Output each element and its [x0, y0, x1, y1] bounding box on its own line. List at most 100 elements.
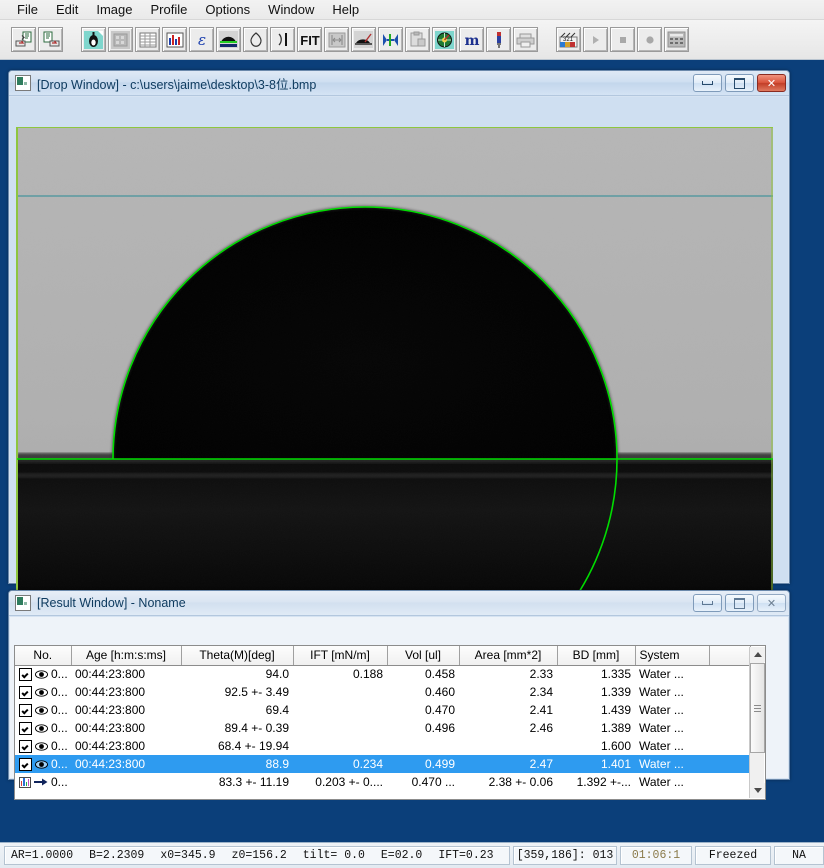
copy-button[interactable]	[405, 27, 430, 52]
drop-fill-button[interactable]	[351, 27, 376, 52]
row-age-cell[interactable]: 00:44:23:800	[71, 737, 181, 755]
menu-item-file[interactable]: File	[8, 1, 47, 18]
row-vol-cell[interactable]: 0.496	[387, 719, 459, 737]
bar-chart-button[interactable]	[162, 27, 187, 52]
row-ift-cell[interactable]	[293, 719, 387, 737]
row-no-cell[interactable]: 0...	[15, 665, 71, 683]
row-ift-cell[interactable]	[293, 683, 387, 701]
column-header-blank[interactable]	[709, 646, 751, 666]
m-units-button[interactable]: m	[459, 27, 484, 52]
drop-window-titlebar[interactable]: [Drop Window] - c:\users\jaime\desktop\3…	[9, 71, 789, 96]
column-header-age-h-m-s-ms[interactable]: Age [h:m:s:ms]	[71, 646, 182, 666]
row-no-cell[interactable]: 0...	[15, 773, 71, 791]
table-row[interactable]: 0... 00:44:23:800 88.9 0.234 0.499 2.47 1.401 W…	[15, 755, 750, 773]
open-image-button[interactable]	[11, 27, 36, 52]
profile-edge-button[interactable]	[270, 27, 295, 52]
row-age-cell[interactable]: 00:44:23:800	[71, 701, 181, 719]
menu-item-help[interactable]: Help	[323, 1, 368, 18]
table-row[interactable]: 0... 00:44:23:800 92.5 +- 3.49 0.460 2.34 1.3…	[15, 683, 750, 701]
record-button[interactable]	[637, 27, 662, 52]
row-area-cell[interactable]	[459, 737, 557, 755]
row-no-cell[interactable]: 0...	[15, 701, 71, 719]
column-header-area-mm-2[interactable]: Area [mm*2]	[459, 646, 558, 666]
table-row[interactable]: 0... 83.3 +- 11.19 0.203 +- 0.... 0.470 ...…	[15, 773, 750, 791]
row-checkbox[interactable]	[19, 667, 32, 681]
row-system-cell[interactable]: Water ...	[635, 755, 709, 773]
play-button[interactable]	[583, 27, 608, 52]
keypad-button[interactable]	[664, 27, 689, 52]
row-system-cell[interactable]: Water ...	[635, 701, 709, 719]
menu-item-options[interactable]: Options	[196, 1, 259, 18]
row-ift-cell[interactable]: 0.234	[293, 755, 387, 773]
pendant-drop-button[interactable]	[243, 27, 268, 52]
table-row[interactable]: 0... 00:44:23:800 94.0 0.188 0.458 2.33 1.335 W…	[15, 665, 750, 683]
row-vol-cell[interactable]: 0.470 ...	[387, 773, 459, 791]
row-system-cell[interactable]: Water ...	[635, 665, 709, 683]
printer-button[interactable]	[513, 27, 538, 52]
drop-shape-button[interactable]	[81, 27, 106, 52]
row-checkbox[interactable]	[19, 685, 32, 699]
row-system-cell[interactable]: Water ...	[635, 683, 709, 701]
row-age-cell[interactable]	[71, 773, 181, 791]
column-header-bd-mm[interactable]: BD [mm]	[557, 646, 636, 666]
row-ift-cell[interactable]	[293, 701, 387, 719]
table-row[interactable]: 0... 00:44:23:800 89.4 +- 0.39 0.496 2.46 1.3…	[15, 719, 750, 737]
row-bd-cell[interactable]: 1.335	[557, 665, 635, 683]
row-area-cell[interactable]: 2.41	[459, 701, 557, 719]
row-age-cell[interactable]: 00:44:23:800	[71, 719, 181, 737]
row-area-cell[interactable]: 2.34	[459, 683, 557, 701]
drop-window-close-button[interactable]: ✕	[757, 74, 786, 92]
row-no-cell[interactable]: 0...	[15, 683, 71, 701]
row-system-cell[interactable]: Water ...	[635, 737, 709, 755]
menu-item-edit[interactable]: Edit	[47, 1, 87, 18]
drop-image[interactable]	[17, 128, 773, 606]
row-age-cell[interactable]: 00:44:23:800	[71, 665, 181, 683]
baseline-button[interactable]	[378, 27, 403, 52]
row-theta-cell[interactable]: 68.4 +- 19.94	[181, 737, 293, 755]
result-window-titlebar[interactable]: [Result Window] - Noname ✕	[9, 591, 789, 616]
menu-item-profile[interactable]: Profile	[142, 1, 197, 18]
result-window-minimize-button[interactable]	[693, 594, 722, 612]
row-checkbox[interactable]	[19, 757, 32, 771]
row-checkbox[interactable]	[19, 739, 32, 753]
row-area-cell[interactable]: 2.47	[459, 755, 557, 773]
results-vertical-scrollbar[interactable]	[749, 647, 765, 798]
table-row[interactable]: 0... 00:44:23:800 69.4 0.470 2.41 1.439 Water …	[15, 701, 750, 719]
row-age-cell[interactable]: 00:44:23:800	[71, 755, 181, 773]
row-bd-cell[interactable]: 1.392 +-...	[557, 773, 635, 791]
row-checkbox[interactable]	[19, 703, 32, 717]
row-ift-cell[interactable]: 0.188	[293, 665, 387, 683]
row-no-cell[interactable]: 0...	[15, 755, 71, 773]
clapperboard-button[interactable]: 321	[556, 27, 581, 52]
stop-button[interactable]	[610, 27, 635, 52]
column-header-vol-ul[interactable]: Vol [ul]	[387, 646, 460, 666]
row-bd-cell[interactable]: 1.389	[557, 719, 635, 737]
table-row[interactable]: 0... 00:44:23:800 68.4 +- 19.94 1.600 Water …	[15, 737, 750, 755]
row-ift-cell[interactable]: 0.203 +- 0....	[293, 773, 387, 791]
row-vol-cell[interactable]: 0.470	[387, 701, 459, 719]
menu-item-image[interactable]: Image	[87, 1, 141, 18]
menu-item-window[interactable]: Window	[259, 1, 323, 18]
drop-window-maximize-button[interactable]	[725, 74, 754, 92]
row-bd-cell[interactable]: 1.401	[557, 755, 635, 773]
fit-window-button[interactable]	[324, 27, 349, 52]
row-area-cell[interactable]: 2.46	[459, 719, 557, 737]
row-theta-cell[interactable]: 92.5 +- 3.49	[181, 683, 293, 701]
row-theta-cell[interactable]: 83.3 +- 11.19	[181, 773, 293, 791]
row-theta-cell[interactable]: 88.9	[181, 755, 293, 773]
row-no-cell[interactable]: 0...	[15, 719, 71, 737]
sessile-drop-button[interactable]	[216, 27, 241, 52]
row-bd-cell[interactable]: 1.600	[557, 737, 635, 755]
row-system-cell[interactable]: Water ...	[635, 719, 709, 737]
row-no-cell[interactable]: 0...	[15, 737, 71, 755]
column-header-system[interactable]: System	[635, 646, 710, 666]
epsilon-button[interactable]: ε	[189, 27, 214, 52]
row-bd-cell[interactable]: 1.339	[557, 683, 635, 701]
table-button[interactable]	[135, 27, 160, 52]
image-grid-button[interactable]	[108, 27, 133, 52]
row-checkbox[interactable]	[19, 721, 32, 735]
column-header-theta-m-deg[interactable]: Theta(M)[deg]	[181, 646, 294, 666]
scroll-up-arrow[interactable]	[750, 647, 765, 662]
column-header-no[interactable]: No.	[15, 646, 72, 666]
fit-button[interactable]: FIT	[297, 27, 322, 52]
